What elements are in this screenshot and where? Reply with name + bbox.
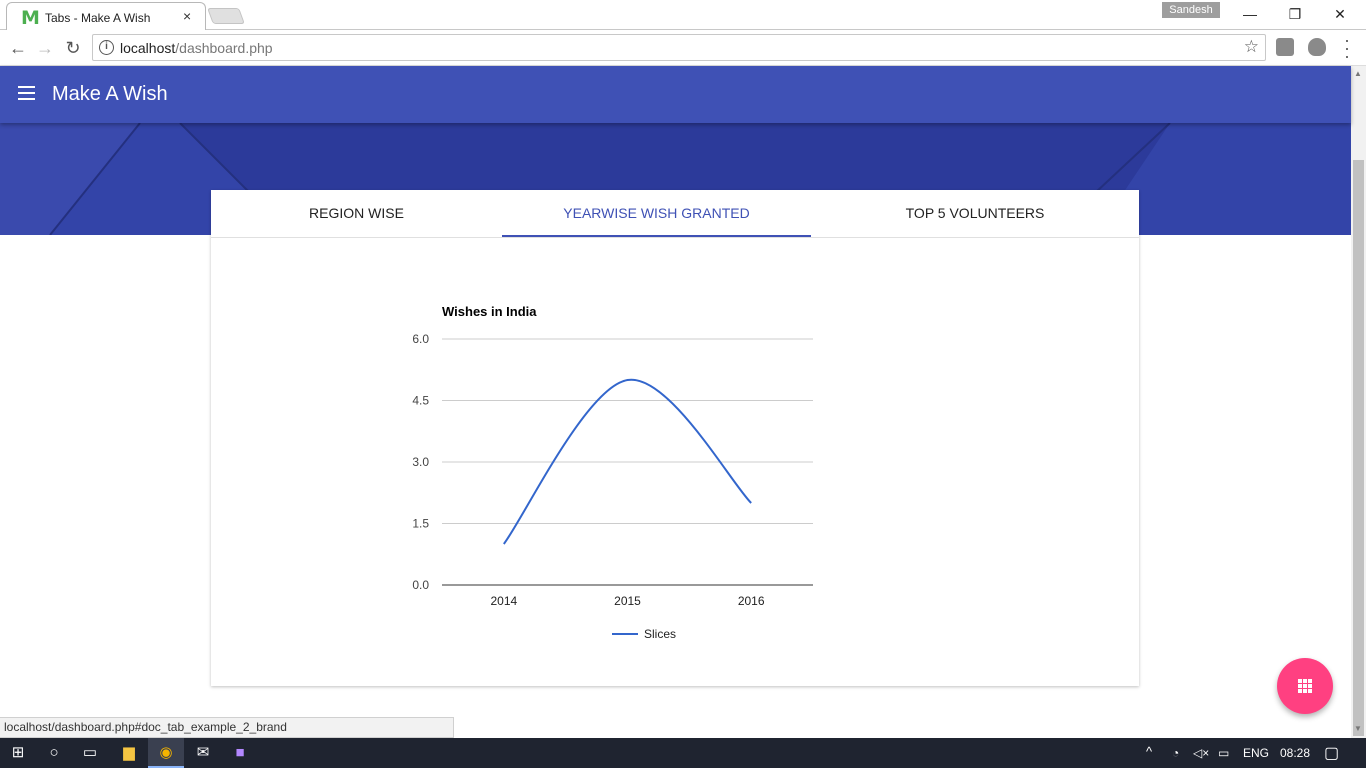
scroll-down-icon[interactable]: ▼ bbox=[1354, 724, 1362, 733]
back-icon[interactable]: ← bbox=[6, 36, 30, 60]
volume-icon[interactable]: ◁× bbox=[1193, 746, 1209, 760]
menu-icon[interactable] bbox=[18, 86, 35, 100]
chrome-icon[interactable]: ◉ bbox=[148, 738, 184, 768]
chart-title: Wishes in India bbox=[442, 304, 537, 319]
close-tab-icon[interactable]: × bbox=[183, 8, 191, 24]
y-tick-label: 6.0 bbox=[412, 332, 429, 346]
info-icon[interactable]: i bbox=[99, 40, 114, 55]
browser-tab-title: Tabs - Make A Wish bbox=[45, 11, 151, 25]
shield-icon[interactable] bbox=[1308, 38, 1326, 56]
language-indicator[interactable]: ENG bbox=[1243, 746, 1269, 760]
close-window-button[interactable]: ✕ bbox=[1320, 4, 1360, 24]
task-view-icon[interactable]: ▭ bbox=[72, 738, 108, 768]
grid-icon bbox=[1298, 679, 1312, 693]
file-explorer-icon[interactable]: ▆ bbox=[111, 738, 147, 768]
battery-icon[interactable]: ▭ bbox=[1218, 746, 1229, 760]
scroll-up-icon[interactable]: ▲ bbox=[1354, 69, 1362, 78]
chart-legend: Slices bbox=[612, 627, 676, 641]
link-status-bar: localhost/dashboard.php#doc_tab_example_… bbox=[0, 717, 454, 738]
url-text[interactable]: localhost/dashboard.php bbox=[120, 40, 273, 56]
profile-badge[interactable]: Sandesh bbox=[1162, 2, 1220, 18]
forward-icon[interactable]: → bbox=[33, 36, 57, 60]
chart-gridlines bbox=[442, 338, 813, 586]
minimize-button[interactable]: — bbox=[1230, 4, 1270, 24]
y-tick-label: 3.0 bbox=[412, 455, 429, 469]
y-tick-label: 4.5 bbox=[412, 394, 429, 408]
new-tab-button[interactable] bbox=[207, 8, 245, 24]
tab-yearwise-wish-granted[interactable]: YEARWISE WISH GRANTED bbox=[502, 190, 811, 238]
tab-region-wise[interactable]: REGION WISE bbox=[211, 190, 502, 238]
favicon-icon: M bbox=[21, 7, 40, 29]
browser-tab[interactable]: M Tabs - Make A Wish × bbox=[6, 2, 206, 30]
url-path: /dashboard.php bbox=[175, 40, 273, 56]
y-axis-ticks: 0.0 1.5 3.0 4.5 6.0 bbox=[412, 332, 429, 592]
y-tick-label: 0.0 bbox=[412, 578, 429, 592]
reload-icon[interactable]: ↻ bbox=[61, 36, 85, 60]
app-icon[interactable]: ■ bbox=[222, 738, 258, 768]
url-host: localhost bbox=[120, 40, 176, 56]
active-tab-indicator bbox=[502, 235, 811, 237]
restore-button[interactable]: ❐ bbox=[1275, 4, 1315, 24]
app-title: Make A Wish bbox=[52, 83, 168, 105]
chrome-menu-icon[interactable]: · · · bbox=[1344, 31, 1350, 65]
windows-start-icon[interactable]: ⊞ bbox=[0, 738, 36, 768]
x-axis-ticks: 2014 2015 2016 bbox=[490, 594, 764, 608]
y-tick-label: 1.5 bbox=[412, 517, 429, 531]
wifi-icon[interactable]: ◔ bbox=[1172, 746, 1179, 760]
x-tick-label: 2014 bbox=[490, 594, 517, 608]
chart-card: REGION WISE YEARWISE WISH GRANTED TOP 5 … bbox=[211, 190, 1139, 686]
clock[interactable]: 08:28 bbox=[1280, 746, 1310, 760]
tray-chevron-icon[interactable]: ^ bbox=[1146, 744, 1152, 759]
windows-taskbar: ⊞ ○ ▭ ▆ ◉ ✉ ■ ^ ◔ ◁× ▭ ENG 08:28 ▢ bbox=[0, 738, 1366, 768]
mail-icon[interactable]: ✉ bbox=[185, 738, 221, 768]
cortana-search-icon[interactable]: ○ bbox=[36, 738, 72, 768]
address-bar[interactable]: i localhost/dashboard.php ☆ bbox=[92, 34, 1266, 61]
notifications-icon[interactable]: ▢ bbox=[1324, 743, 1339, 763]
legend-label: Slices bbox=[644, 627, 676, 641]
tab-top-5-volunteers[interactable]: TOP 5 VOLUNTEERS bbox=[811, 190, 1139, 238]
x-tick-label: 2016 bbox=[738, 594, 765, 608]
browser-toolbar: ← → ↻ i localhost/dashboard.php ☆ · · · bbox=[0, 30, 1366, 66]
browser-tab-strip: M Tabs - Make A Wish × Sandesh — ❐ ✕ bbox=[0, 0, 1366, 30]
extension-icon[interactable] bbox=[1276, 38, 1294, 56]
scroll-thumb[interactable] bbox=[1353, 160, 1364, 736]
page-scrollbar[interactable]: ▲ ▼ bbox=[1351, 66, 1366, 738]
line-chart: Wishes in India 0.0 1.5 3.0 4.5 6.0 2014 2015… bbox=[412, 304, 813, 641]
x-tick-label: 2015 bbox=[614, 594, 641, 608]
apps-fab-button[interactable] bbox=[1277, 658, 1333, 714]
bookmark-star-icon[interactable]: ☆ bbox=[1244, 37, 1259, 57]
app-header: Make A Wish bbox=[0, 66, 1351, 123]
tab-bar: REGION WISE YEARWISE WISH GRANTED TOP 5 … bbox=[211, 190, 1139, 238]
